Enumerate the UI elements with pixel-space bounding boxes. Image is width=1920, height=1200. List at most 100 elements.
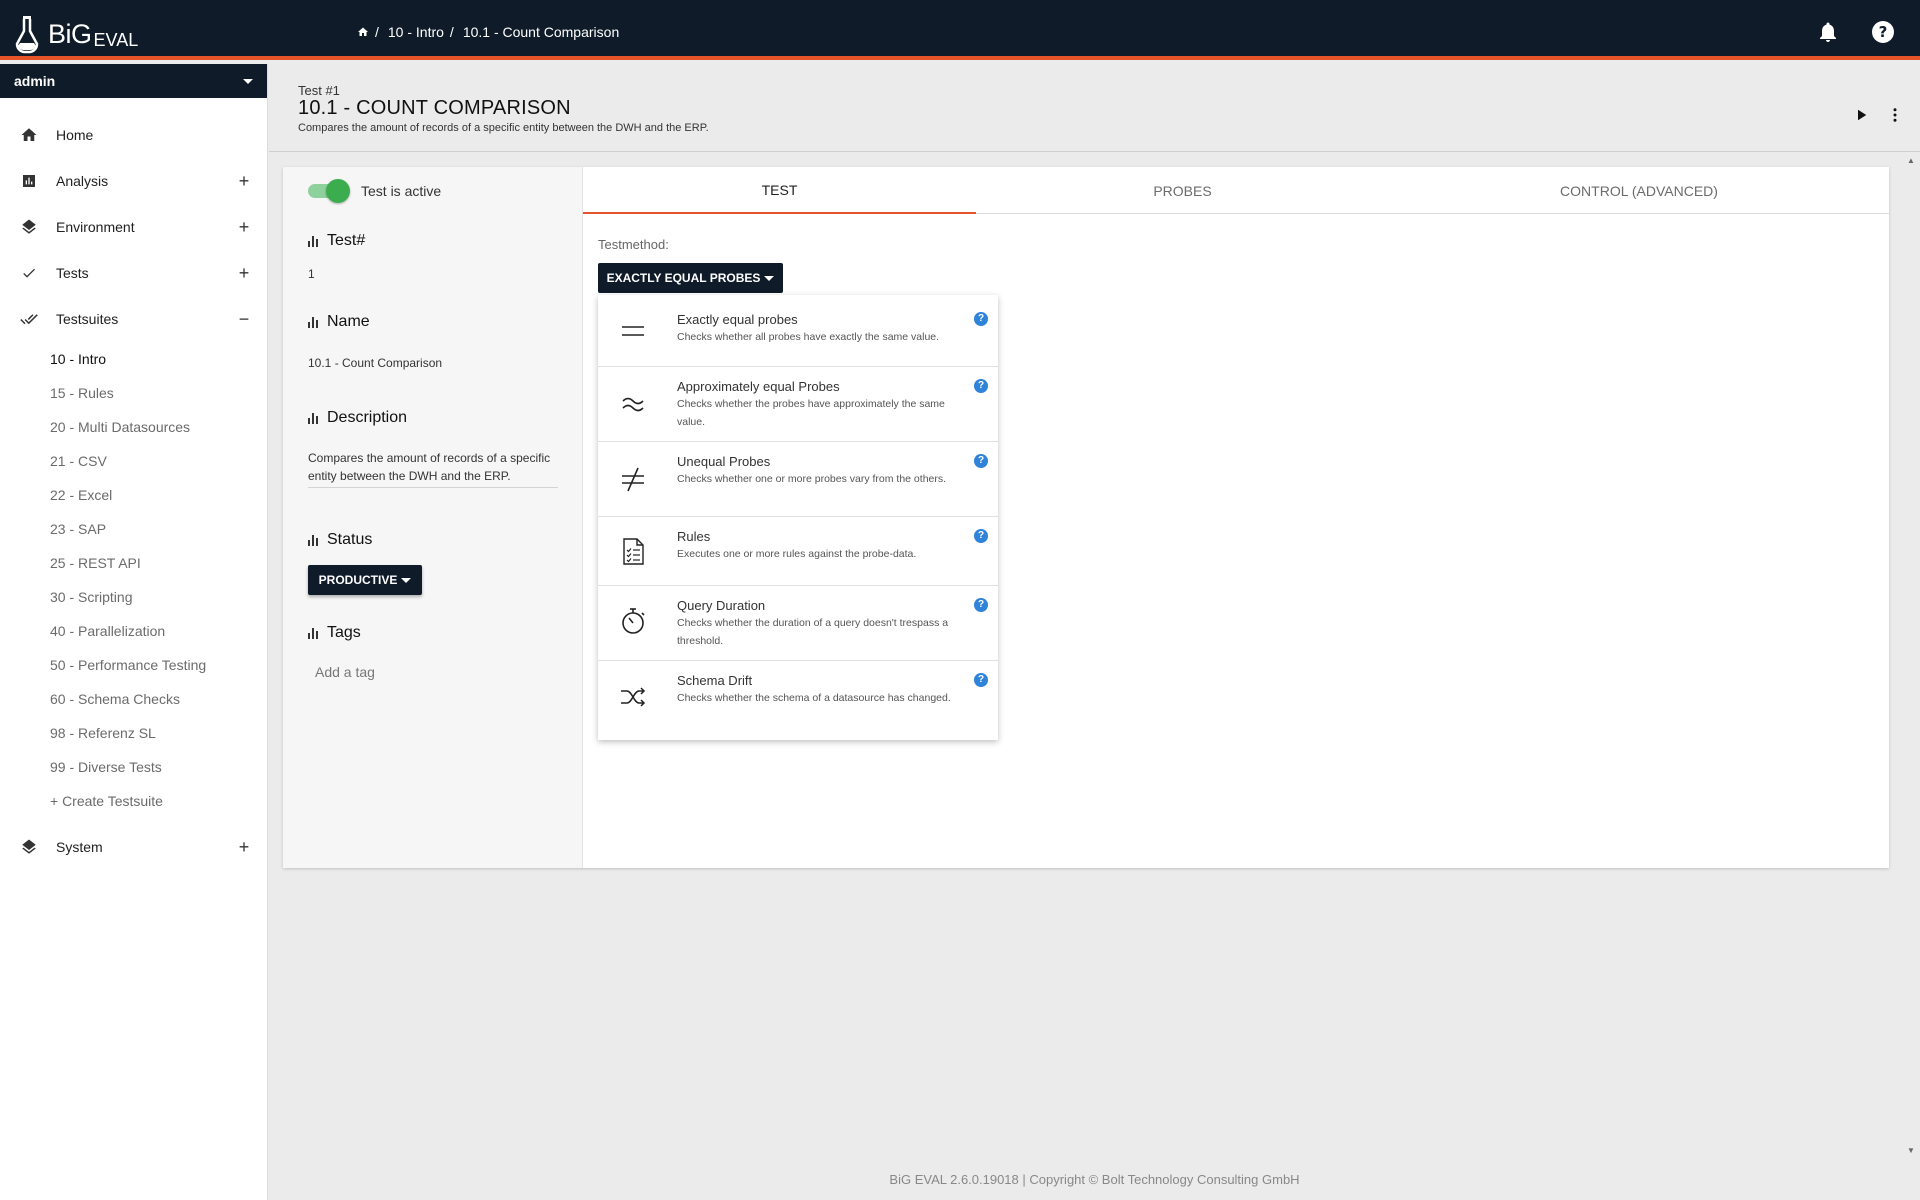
testsuite-item[interactable]: 21 - CSV xyxy=(0,444,267,478)
testsuite-item[interactable]: 25 - REST API xyxy=(0,546,267,580)
testmethod-dropdown-button[interactable]: EXACTLY EQUAL PROBES xyxy=(598,263,783,293)
method-option-query-duration[interactable]: Query Duration Checks whether the durati… xyxy=(598,586,998,661)
plus-icon[interactable]: + xyxy=(235,838,253,856)
name-value[interactable]: 10.1 - Count Comparison xyxy=(308,356,442,370)
user-name: admin xyxy=(14,73,56,89)
bell-icon[interactable] xyxy=(1816,20,1840,44)
method-title: Schema Drift xyxy=(677,673,753,688)
create-testsuite-link[interactable]: + Create Testsuite xyxy=(0,784,267,818)
layers-icon xyxy=(20,838,38,856)
test-number-value: 1 xyxy=(308,267,315,281)
method-title: Approximately equal Probes xyxy=(677,379,840,394)
tab-test[interactable]: TEST xyxy=(583,167,976,214)
help-icon[interactable]: ? xyxy=(974,529,988,543)
test-active-toggle[interactable] xyxy=(308,179,350,203)
user-dropdown[interactable]: admin xyxy=(0,64,267,98)
breadcrumb-testsuite[interactable]: 10 - Intro xyxy=(388,24,444,40)
tab-bar: TEST PROBES CONTROL (ADVANCED) xyxy=(583,167,1889,214)
sidebar-item-label: System xyxy=(56,839,103,855)
bar-chart-icon xyxy=(308,235,318,247)
breadcrumb-separator: / xyxy=(449,24,454,40)
sidebar-item-system[interactable]: System + xyxy=(0,824,267,870)
sidebar-item-analysis[interactable]: Analysis + xyxy=(0,158,267,204)
scroll-up-arrow[interactable]: ▲ xyxy=(1907,156,1915,165)
description-value[interactable]: Compares the amount of records of a spec… xyxy=(308,449,558,488)
method-option-approx-equal[interactable]: Approximately equal Probes Checks whethe… xyxy=(598,367,998,442)
toggle-knob xyxy=(326,179,350,203)
play-icon[interactable] xyxy=(1852,106,1870,124)
testsuite-item[interactable]: 60 - Schema Checks xyxy=(0,682,267,716)
app-logo[interactable]: BiG EVAL xyxy=(14,14,138,54)
description-label: Description xyxy=(327,409,408,426)
plus-icon[interactable]: + xyxy=(235,172,253,190)
help-icon[interactable]: ? xyxy=(974,598,988,612)
method-description: Executes one or more rules against the p… xyxy=(677,548,917,560)
tab-control-advanced[interactable]: CONTROL (ADVANCED) xyxy=(1389,167,1889,214)
testsuite-item[interactable]: 30 - Scripting xyxy=(0,580,267,614)
help-circle-icon[interactable]: ? xyxy=(1871,20,1895,44)
help-icon[interactable]: ? xyxy=(974,673,988,687)
sidebar-item-testsuites[interactable]: Testsuites − xyxy=(0,296,267,342)
method-description: Checks whether the probes have approxima… xyxy=(677,398,945,428)
bar-chart-icon xyxy=(308,412,318,424)
testsuite-list: 10 - Intro 15 - Rules 20 - Multi Datasou… xyxy=(0,342,267,818)
page-description: Compares the amount of records of a spec… xyxy=(298,122,709,134)
status-value: PRODUCTIVE xyxy=(318,573,398,587)
method-option-exactly-equal[interactable]: Exactly equal probes Checks whether all … xyxy=(598,295,998,367)
breadcrumb-test[interactable]: 10.1 - Count Comparison xyxy=(463,24,619,40)
test-properties-panel: Test is active Test# 1 Name 10.1 - Count… xyxy=(283,167,583,868)
name-label: Name xyxy=(327,313,370,330)
tag-input[interactable] xyxy=(315,664,535,680)
testsuite-item[interactable]: 99 - Diverse Tests xyxy=(0,750,267,784)
bar-chart-icon xyxy=(308,534,318,546)
testsuite-item[interactable]: 15 - Rules xyxy=(0,376,267,410)
testsuite-item[interactable]: 20 - Multi Datasources xyxy=(0,410,267,444)
test-card: Test is active Test# 1 Name 10.1 - Count… xyxy=(283,167,1889,868)
testsuite-item[interactable]: 23 - SAP xyxy=(0,512,267,546)
stopwatch-icon xyxy=(622,608,645,634)
testsuite-item[interactable]: 40 - Parallelization xyxy=(0,614,267,648)
testsuite-item[interactable]: 98 - Referenz SL xyxy=(0,716,267,750)
sidebar-item-tests[interactable]: Tests + xyxy=(0,250,267,296)
layers-icon xyxy=(20,218,38,236)
testmethod-label: Testmethod: xyxy=(598,237,669,252)
home-icon xyxy=(20,126,38,144)
page-title: 10.1 - Count Comparison xyxy=(298,97,571,119)
help-icon[interactable]: ? xyxy=(974,379,988,393)
tab-probes[interactable]: PROBES xyxy=(976,167,1389,214)
top-bar: BiG EVAL / 10 - Intro / 10.1 - Count Com… xyxy=(0,0,1920,60)
minus-icon[interactable]: − xyxy=(235,310,253,328)
sidebar-item-label: Home xyxy=(56,127,94,143)
method-description: Checks whether all probes have exactly t… xyxy=(677,331,940,343)
testsuite-item[interactable]: 22 - Excel xyxy=(0,478,267,512)
help-icon[interactable]: ? xyxy=(974,454,988,468)
method-option-schema-drift[interactable]: Schema Drift Checks whether the schema o… xyxy=(598,661,998,740)
testsuite-item[interactable]: 10 - Intro xyxy=(0,342,267,376)
sidebar-item-label: Analysis xyxy=(56,173,109,189)
status-dropdown-button[interactable]: PRODUCTIVE xyxy=(308,565,422,595)
plus-icon[interactable]: + xyxy=(235,264,253,282)
testmethod-value: EXACTLY EQUAL PROBES xyxy=(606,271,761,285)
more-vertical-icon[interactable] xyxy=(1886,106,1904,124)
bar-chart-icon xyxy=(308,316,318,328)
method-option-rules[interactable]: Rules Executes one or more rules against… xyxy=(598,517,998,586)
testmethod-menu: Exactly equal probes Checks whether all … xyxy=(598,295,998,740)
sidebar-item-home[interactable]: Home xyxy=(0,112,267,158)
sidebar-nav: Home Analysis + Environment + Tests + Te… xyxy=(0,98,267,870)
method-title: Exactly equal probes xyxy=(677,312,798,327)
help-icon[interactable]: ? xyxy=(974,312,988,326)
caret-down-icon xyxy=(764,275,775,281)
bar-chart-icon xyxy=(20,172,38,190)
method-option-unequal[interactable]: Unequal Probes Checks whether one or mor… xyxy=(598,442,998,517)
testsuite-item[interactable]: 50 - Performance Testing xyxy=(0,648,267,682)
breadcrumb: / 10 - Intro / 10.1 - Count Comparison xyxy=(357,24,619,40)
method-title: Rules xyxy=(677,529,711,544)
home-icon[interactable] xyxy=(357,26,369,38)
test-number-heading: Test# xyxy=(308,232,365,250)
plus-icon[interactable]: + xyxy=(235,218,253,236)
method-title: Query Duration xyxy=(677,598,766,613)
logo-eval-text: EVAL xyxy=(93,30,139,50)
footer-copyright: BiG EVAL 2.6.0.19018 | Copyright © Bolt … xyxy=(889,1172,1300,1187)
sidebar-item-environment[interactable]: Environment + xyxy=(0,204,267,250)
scroll-down-arrow[interactable]: ▼ xyxy=(1907,1146,1915,1155)
